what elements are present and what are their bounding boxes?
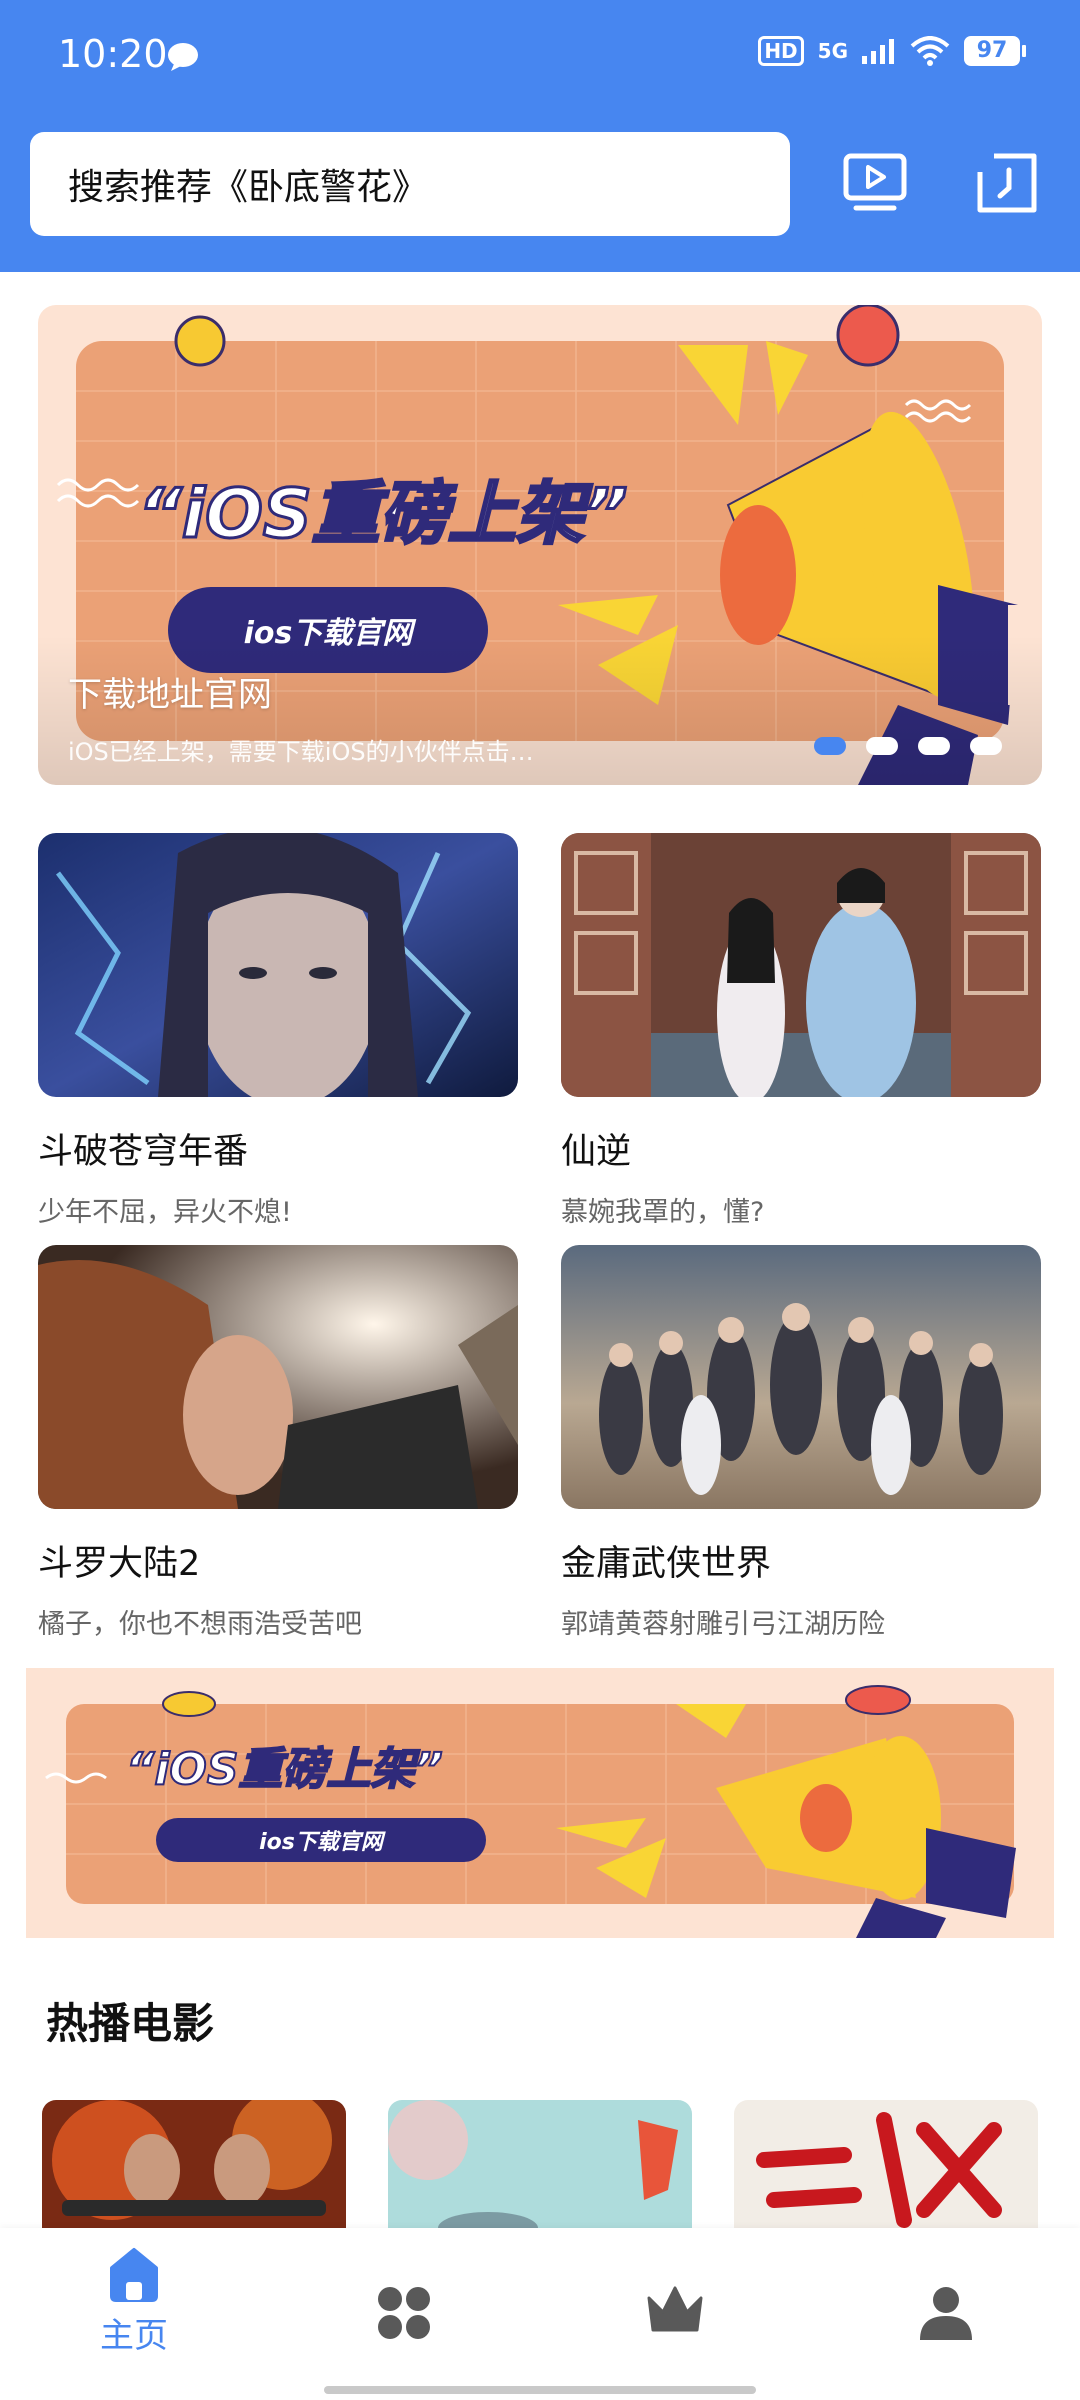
card-title: 仙逆	[561, 1132, 632, 1172]
status-time: 10:20	[58, 32, 168, 76]
profile-icon	[920, 2287, 972, 2340]
banner-pagination[interactable]	[814, 737, 1002, 755]
movie-poster[interactable]	[734, 2100, 1038, 2230]
banner2-headline: “iOS重磅上架”	[126, 1744, 443, 1795]
history-icon[interactable]	[972, 148, 1042, 218]
promo-banner[interactable]: “iOS重磅上架” ios下载官网 下载地址官网 iOS已经上架，需要下载iOS…	[38, 305, 1042, 785]
nav-item-home[interactable]: 主页	[44, 2244, 224, 2357]
banner-caption: 下载地址官网 iOS已经上架，需要下载iOS的小伙伴点击…	[68, 667, 534, 767]
chat-notification-icon	[168, 43, 198, 71]
card-subtitle: 少年不屈，异火不熄!	[38, 1197, 292, 1228]
promo-banner-secondary[interactable]: “iOS重磅上架” ios下载官网	[26, 1668, 1054, 1938]
video-thumbnail	[38, 833, 518, 1097]
card-title: 斗罗大陆2	[38, 1544, 201, 1584]
section-title-hot-movies: 热播电影	[46, 1999, 215, 2048]
home-icon	[110, 2248, 158, 2302]
movie-poster[interactable]	[42, 2100, 346, 2230]
video-card[interactable]: 金庸武侠世界 郭靖黄蓉射雕引弓江湖历险	[561, 1245, 1041, 1641]
app-header: 10:20 HD 5G 97 搜索推荐《卧底警花》	[0, 0, 1080, 272]
bottom-navigation: 主页	[0, 2228, 1080, 2400]
banner-title: 下载地址官网	[68, 675, 272, 715]
page-dot[interactable]	[866, 737, 898, 755]
video-card[interactable]: 斗罗大陆2 橘子，你也不想雨浩受苦吧	[38, 1245, 518, 1641]
banner-headline: “iOS重磅上架”	[138, 475, 628, 554]
card-subtitle: 橘子，你也不想雨浩受苦吧	[38, 1609, 362, 1640]
video-card[interactable]: 斗破苍穹年番 少年不屈，异火不熄!	[38, 833, 518, 1229]
signal-icon	[862, 39, 894, 64]
wifi-icon	[910, 36, 950, 66]
nav-item-vip[interactable]	[585, 2284, 765, 2336]
banner-description: iOS已经上架，需要下载iOS的小伙伴点击…	[68, 738, 534, 766]
banner2-button-text: ios下载官网	[259, 1829, 386, 1855]
nav-item-profile[interactable]	[856, 2284, 1036, 2342]
video-card[interactable]: 仙逆 慕婉我罩的，懂?	[561, 833, 1041, 1229]
search-input[interactable]: 搜索推荐《卧底警花》	[30, 132, 790, 236]
page-dot[interactable]	[970, 737, 1002, 755]
video-thumbnail	[561, 1245, 1041, 1509]
home-indicator[interactable]	[324, 2386, 756, 2394]
nav-item-category[interactable]	[314, 2284, 494, 2342]
page-dot-active[interactable]	[814, 737, 846, 755]
hd-badge: HD	[758, 36, 804, 66]
status-indicators: HD 5G 97	[758, 36, 1026, 66]
card-subtitle: 郭靖黄蓉射雕引弓江湖历险	[561, 1609, 885, 1640]
battery-indicator: 97	[964, 36, 1026, 66]
crown-icon	[647, 2286, 703, 2332]
page-dot[interactable]	[918, 737, 950, 755]
card-subtitle: 慕婉我罩的，懂?	[561, 1197, 765, 1228]
movie-poster[interactable]	[388, 2100, 692, 2230]
video-thumbnail	[38, 1245, 518, 1509]
category-icon	[378, 2287, 430, 2339]
nav-label-home: 主页	[100, 2316, 168, 2356]
network-label: 5G	[817, 39, 848, 63]
card-title: 斗破苍穹年番	[38, 1132, 249, 1172]
card-title: 金庸武侠世界	[561, 1544, 772, 1584]
tv-icon[interactable]	[840, 148, 910, 218]
video-thumbnail	[561, 833, 1041, 1097]
